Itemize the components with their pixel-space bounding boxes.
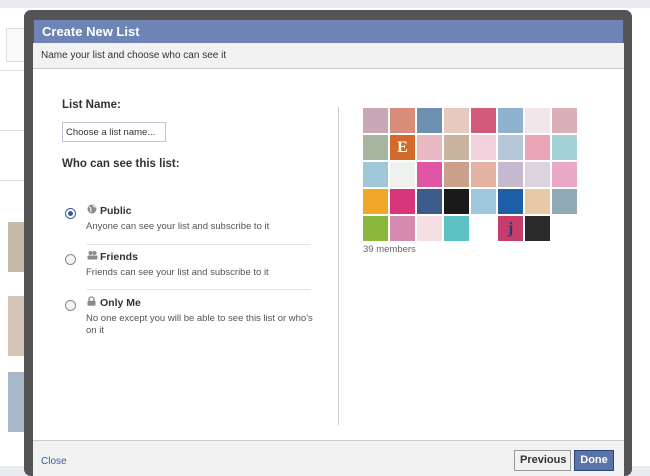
members-panel: Ej 39 members <box>363 108 583 255</box>
option-divider <box>86 244 311 245</box>
member-thumbnail[interactable] <box>471 162 496 187</box>
lock-icon <box>87 296 97 306</box>
member-thumbnail[interactable] <box>444 108 469 133</box>
member-thumbnail[interactable] <box>390 216 415 241</box>
member-thumbnail[interactable] <box>417 216 442 241</box>
member-thumbnail[interactable] <box>525 162 550 187</box>
member-thumbnail[interactable] <box>363 216 388 241</box>
member-thumbnail[interactable]: E <box>390 135 415 160</box>
friends-radio[interactable] <box>65 254 76 265</box>
member-thumbnail[interactable] <box>525 135 550 160</box>
only-me-description: No one except you will be able to see th… <box>86 313 313 336</box>
visibility-label: Who can see this list: <box>62 158 180 170</box>
public-description: Anyone can see your list and subscribe t… <box>86 221 270 232</box>
column-divider <box>338 107 339 425</box>
member-thumbnail[interactable] <box>552 189 577 214</box>
member-thumbnail[interactable] <box>444 135 469 160</box>
member-thumbnail[interactable] <box>417 162 442 187</box>
members-count: 39 members <box>363 244 416 255</box>
member-thumbnail[interactable] <box>363 135 388 160</box>
member-thumbnail[interactable] <box>552 135 577 160</box>
member-thumbnail[interactable] <box>525 189 550 214</box>
globe-icon <box>87 204 97 214</box>
member-thumbnail[interactable] <box>417 189 442 214</box>
friends-description: Friends can see your list and subscribe … <box>86 267 269 278</box>
member-thumbnail[interactable] <box>498 135 523 160</box>
background-top-bar <box>0 0 650 8</box>
member-thumbnail[interactable] <box>363 162 388 187</box>
member-thumbnail[interactable] <box>444 162 469 187</box>
public-radio[interactable] <box>65 208 76 219</box>
member-thumbnail[interactable] <box>417 135 442 160</box>
friends-title: Friends <box>100 251 138 263</box>
member-thumbnail[interactable] <box>444 189 469 214</box>
member-thumbnail[interactable] <box>390 162 415 187</box>
member-thumbnails: Ej <box>363 108 583 248</box>
list-settings-form: List Name: Who can see this list: Public… <box>62 99 313 336</box>
previous-button[interactable]: Previous <box>514 450 571 471</box>
done-button[interactable]: Done <box>574 450 614 471</box>
member-thumbnail[interactable] <box>363 108 388 133</box>
member-thumbnail[interactable] <box>471 108 496 133</box>
member-thumbnail[interactable] <box>552 108 577 133</box>
option-divider <box>86 289 311 290</box>
dialog-title: Create New List <box>33 19 624 43</box>
member-thumbnail[interactable] <box>525 108 550 133</box>
list-name-input[interactable] <box>62 122 166 142</box>
dialog-subtitle: Name your list and choose who can see it <box>33 43 624 69</box>
only-me-radio[interactable] <box>65 300 76 311</box>
only-me-title: Only Me <box>100 297 141 309</box>
member-thumbnail[interactable] <box>552 162 577 187</box>
member-thumbnail[interactable] <box>390 108 415 133</box>
dialog-footer: Close Previous Done <box>33 440 624 476</box>
member-thumbnail[interactable] <box>471 135 496 160</box>
list-name-label: List Name: <box>62 99 121 111</box>
create-list-dialog: Create New List Name your list and choos… <box>33 19 624 476</box>
close-link[interactable]: Close <box>41 456 67 467</box>
member-thumbnail[interactable] <box>498 162 523 187</box>
member-thumbnail[interactable] <box>525 216 550 241</box>
member-thumbnail[interactable] <box>471 189 496 214</box>
member-thumbnail[interactable] <box>471 216 496 241</box>
member-thumbnail[interactable] <box>498 189 523 214</box>
member-thumbnail[interactable] <box>444 216 469 241</box>
member-thumbnail[interactable] <box>390 189 415 214</box>
public-title: Public <box>100 205 132 217</box>
member-thumbnail[interactable] <box>363 189 388 214</box>
friends-icon <box>87 250 98 260</box>
member-thumbnail[interactable] <box>498 108 523 133</box>
member-thumbnail[interactable] <box>417 108 442 133</box>
member-thumbnail[interactable]: j <box>498 216 523 241</box>
